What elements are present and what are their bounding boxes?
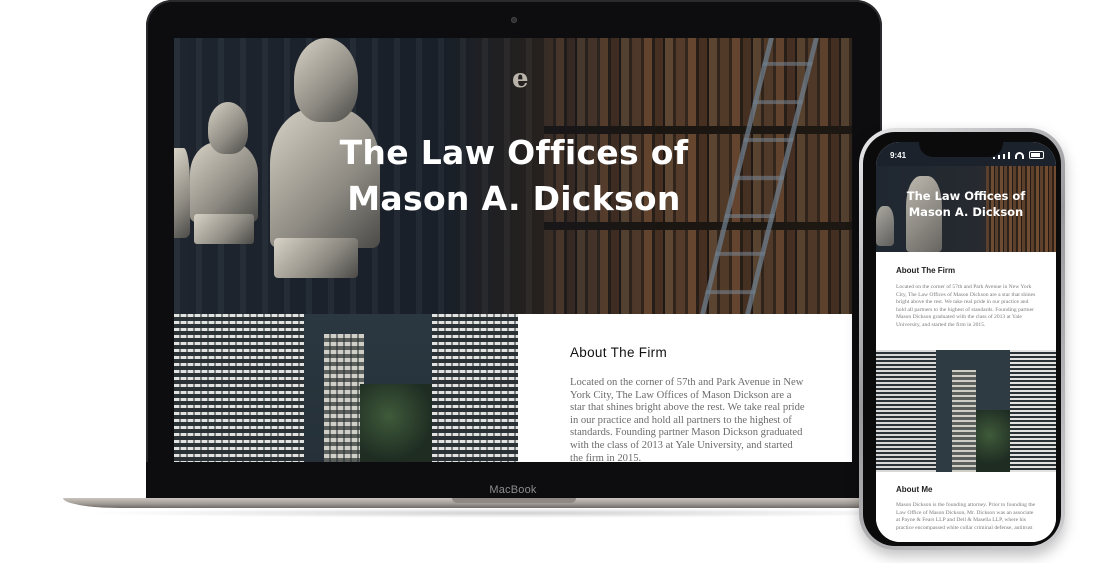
phone-skyscrapers-image	[876, 350, 1056, 472]
laptop-screen: e The Law Offices of Mason A. Dickson Ab…	[174, 38, 852, 462]
bust-statue-large	[294, 38, 358, 122]
phone-about-me-text: Mason Dickson is the founding attorney. …	[896, 502, 1036, 531]
phone-about-me-heading: About Me	[896, 485, 933, 494]
hero-decor-letter: e	[512, 64, 529, 94]
about-firm-section: About The Firm Located on the corner of …	[518, 314, 852, 462]
phone-about-firm-heading: About The Firm	[896, 266, 956, 275]
phone-about-firm-text: Located on the corner of 57th and Park A…	[896, 284, 1036, 328]
phone-about-me-section: About Me Mason Dickson is the founding a…	[876, 472, 1056, 542]
phone-notch	[919, 137, 1003, 157]
laptop-opening-notch	[452, 498, 576, 503]
phone-about-firm-section: About The Firm Located on the corner of …	[876, 252, 1056, 350]
hero-title-line1: The Law Offices of	[339, 133, 689, 172]
phone-hero-title-line2: Mason A. Dickson	[908, 205, 1024, 219]
hero-section: e The Law Offices of Mason A. Dickson	[174, 38, 852, 314]
phone-screen: 9:41 The Law Offices of Mason A. Dickson	[876, 142, 1056, 542]
macbook-logo-text: MacBook	[489, 484, 537, 496]
hero-title: The Law Offices of Mason A. Dickson	[274, 130, 754, 222]
phone-hero-section: The Law Offices of Mason A. Dickson	[876, 166, 1056, 252]
skyscrapers-image	[174, 314, 518, 462]
battery-icon	[1029, 151, 1044, 159]
about-firm-heading: About The Firm	[570, 345, 667, 360]
laptop-camera	[511, 17, 517, 23]
phone-hero-title: The Law Offices of Mason A. Dickson	[876, 188, 1056, 220]
hero-title-line2: Mason A. Dickson	[347, 179, 681, 218]
bust-statue-small	[208, 102, 248, 154]
status-time: 9:41	[890, 151, 907, 160]
signal-icon	[993, 157, 995, 159]
phone-frame: 9:41 The Law Offices of Mason A. Dickson	[859, 128, 1065, 550]
phone-hero-title-line1: The Law Offices of	[906, 189, 1026, 203]
about-firm-text: Located on the corner of 57th and Park A…	[570, 377, 805, 462]
wifi-icon	[1015, 152, 1024, 159]
